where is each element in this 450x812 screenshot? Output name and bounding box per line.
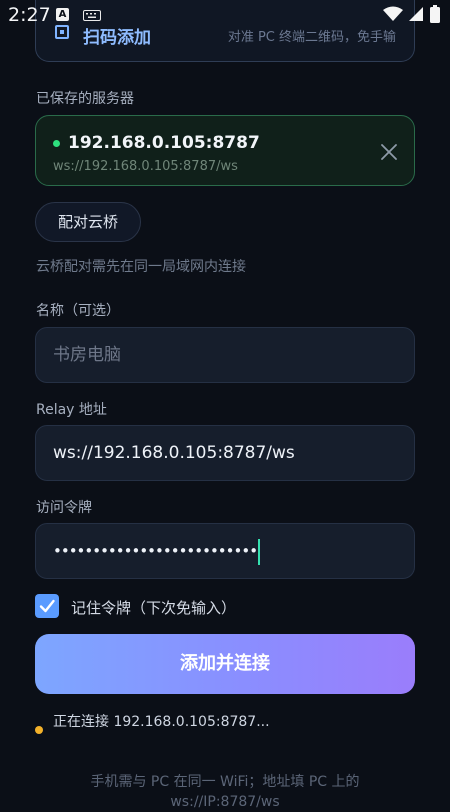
token-label: 访问令牌 — [36, 500, 92, 516]
saved-servers-label: 已保存的服务器 — [36, 91, 134, 107]
server-url: ws://192.168.0.105:8787/ws — [53, 159, 238, 174]
battery-icon — [430, 5, 440, 23]
close-icon[interactable] — [378, 141, 400, 163]
remember-token-label[interactable]: 记住令牌（下次免输入） — [71, 597, 236, 618]
token-input[interactable]: •••••••••••••••••••••••••• — [35, 523, 415, 579]
add-and-connect-button[interactable]: 添加并连接 — [35, 634, 415, 694]
connecting-status-dot — [35, 726, 43, 734]
relay-address-input[interactable]: ws://192.168.0.105:8787/ws — [35, 425, 415, 481]
wifi-icon — [383, 6, 403, 21]
text-caret — [258, 538, 261, 565]
cloud-bridge-helper: 云桥配对需先在同一局域网内连接 — [36, 259, 246, 275]
connection-status-text: 正在连接 192.168.0.105:8787... — [53, 714, 270, 730]
signal-icon — [409, 7, 423, 21]
footer-hint-line2: ws://IP:8787/ws — [170, 794, 280, 810]
name-input[interactable]: 书房电脑 — [35, 327, 415, 383]
footer-hint-line1: 手机需与 PC 在同一 WiFi；地址填 PC 上的 — [90, 774, 360, 790]
name-label: 名称（可选） — [36, 303, 120, 319]
saved-server-item[interactable]: 192.168.0.105:8787 ws://192.168.0.105:87… — [35, 115, 415, 186]
status-bar: 2:27 A — [0, 0, 450, 32]
remember-token-checkbox[interactable] — [35, 594, 59, 618]
server-status-dot — [53, 140, 60, 147]
relay-label: Relay 地址 — [36, 402, 107, 418]
server-name: 192.168.0.105:8787 — [68, 133, 260, 153]
keyboard-icon — [83, 10, 101, 21]
token-value: •••••••••••••••••••••••••• — [53, 542, 258, 560]
status-time: 2:27 — [8, 4, 51, 26]
footer-hint: 手机需与 PC 在同一 WiFi；地址填 PC 上的 ws://IP:8787/… — [35, 772, 415, 812]
pair-cloud-bridge-button[interactable]: 配对云桥 — [35, 202, 141, 242]
check-icon — [39, 599, 55, 613]
a-icon: A — [56, 8, 69, 21]
